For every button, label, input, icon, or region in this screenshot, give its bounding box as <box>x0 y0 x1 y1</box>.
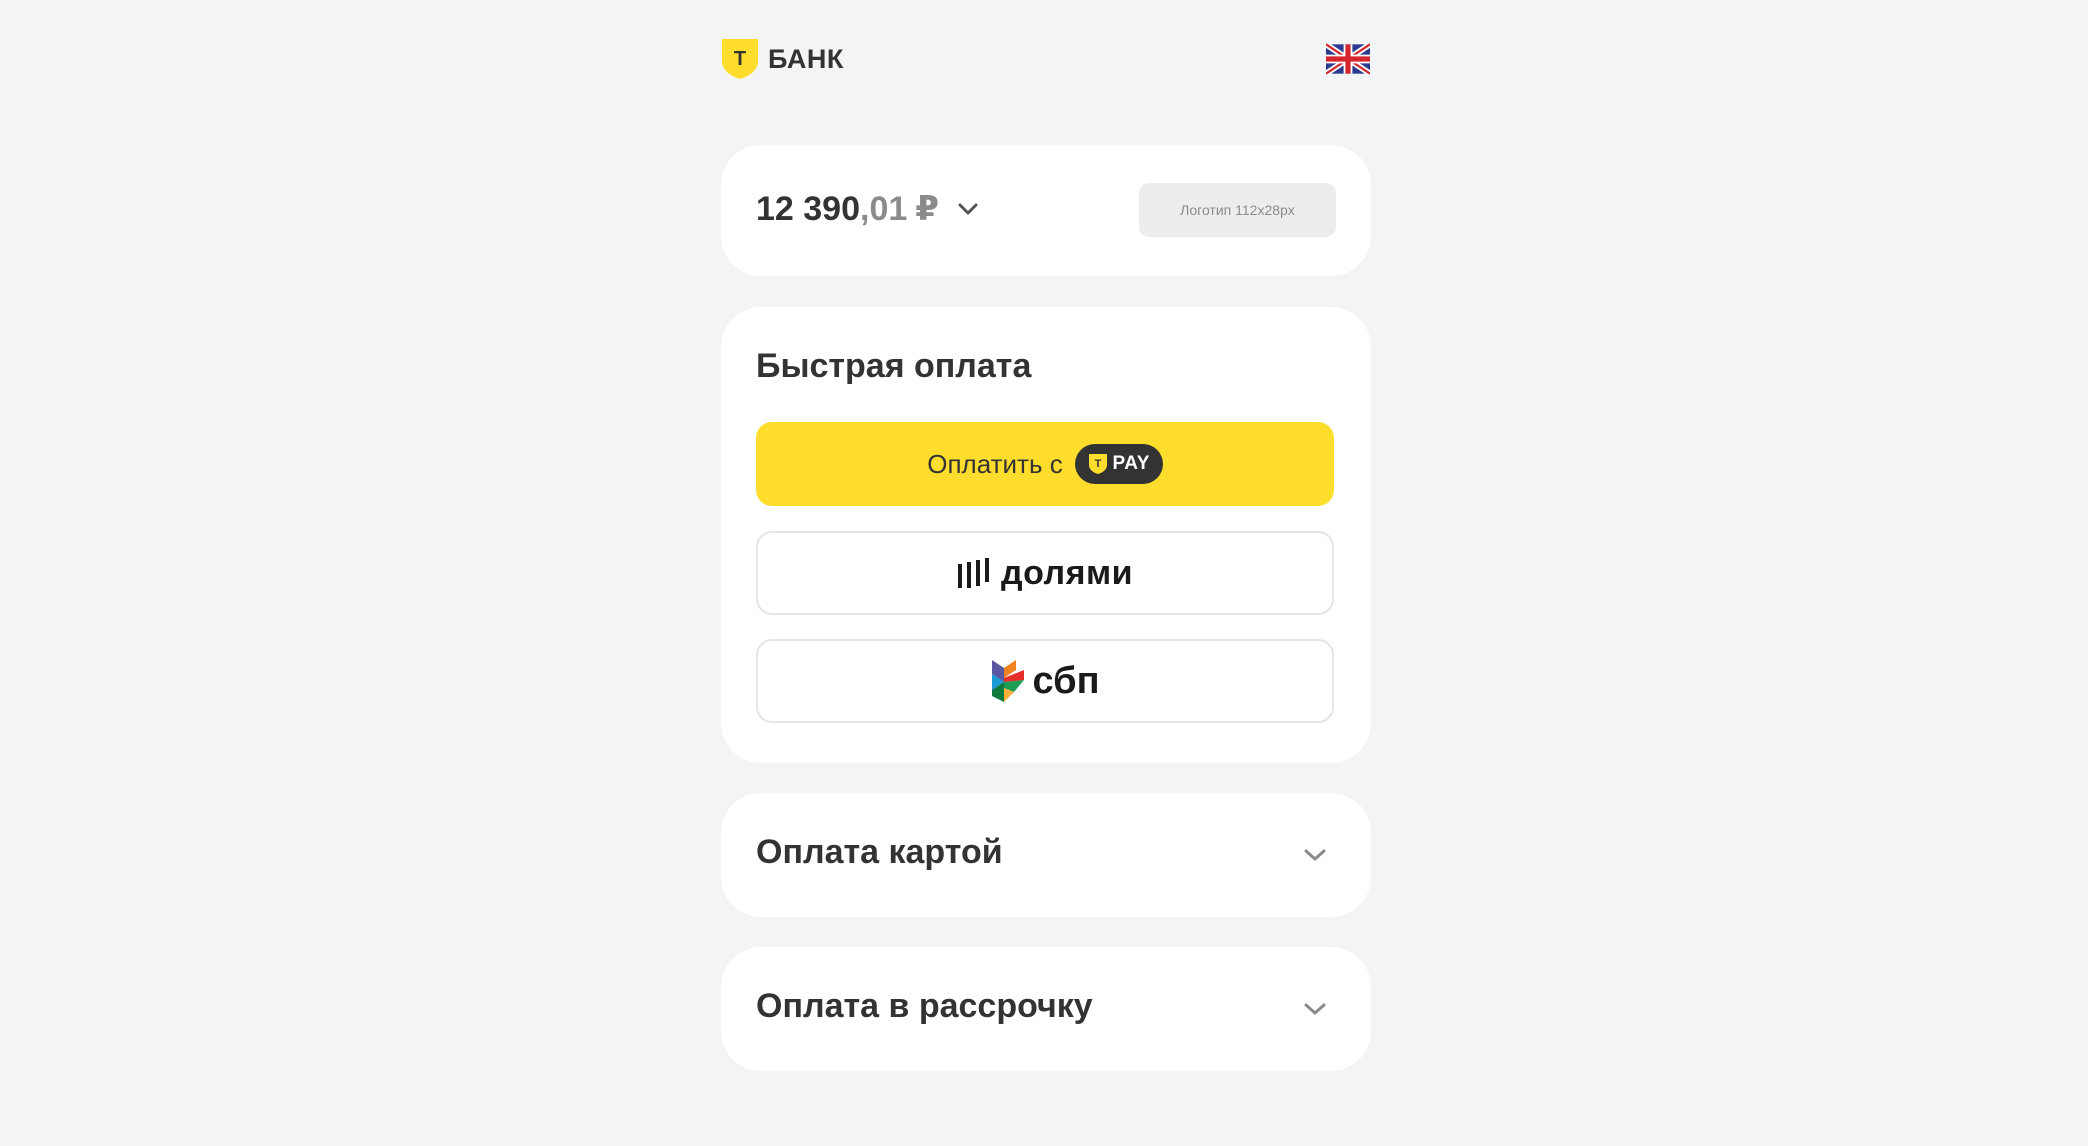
quick-pay-card: Быстрая оплата Оплатить с Т PAY долями с… <box>721 307 1371 763</box>
tpay-badge-text: PAY <box>1112 453 1150 474</box>
t-shield-icon: Т <box>1088 454 1107 474</box>
sbp-logo-icon <box>992 660 1025 702</box>
t-bank-shield-icon: Т <box>722 39 758 79</box>
dolyami-bars-icon <box>958 558 989 588</box>
chevron-down-icon[interactable] <box>957 202 979 216</box>
brand-name: БАНК <box>768 43 844 74</box>
card-payment-title: Оплата картой <box>756 833 1003 871</box>
amount-rubles: 12 390 <box>756 189 860 228</box>
quick-pay-title: Быстрая оплата <box>756 347 1032 385</box>
card-payment-section[interactable]: Оплата картой <box>721 793 1371 917</box>
amount-card: 12 390,01 ₽ Логотип 112x28px <box>721 145 1371 276</box>
installment-section[interactable]: Оплата в рассрочку <box>721 947 1371 1071</box>
bank-logo: Т БАНК <box>720 37 844 81</box>
tpay-button[interactable]: Оплатить с Т PAY <box>756 422 1334 506</box>
tpay-badge: Т PAY <box>1074 444 1163 484</box>
amount-kopecks: ,01 <box>860 189 908 228</box>
dolyami-label: долями <box>1001 553 1133 592</box>
brand-letter: Т <box>734 48 746 70</box>
chevron-down-icon[interactable] <box>1303 1001 1327 1017</box>
merchant-logo-placeholder: Логотип 112x28px <box>1139 183 1336 237</box>
tpay-label: Оплатить с <box>927 448 1063 479</box>
sbp-button[interactable]: сбп <box>756 639 1334 723</box>
sbp-label: сбп <box>1032 659 1100 702</box>
dolyami-button[interactable]: долями <box>756 531 1334 615</box>
tpay-badge-letter: Т <box>1094 458 1101 470</box>
currency-symbol: ₽ <box>915 190 939 228</box>
language-switch-button[interactable] <box>1324 41 1372 77</box>
uk-flag-icon <box>1324 41 1372 77</box>
chevron-down-icon[interactable] <box>1303 847 1327 863</box>
order-amount: 12 390,01 ₽ <box>756 189 979 229</box>
installment-title: Оплата в рассрочку <box>756 987 1093 1025</box>
